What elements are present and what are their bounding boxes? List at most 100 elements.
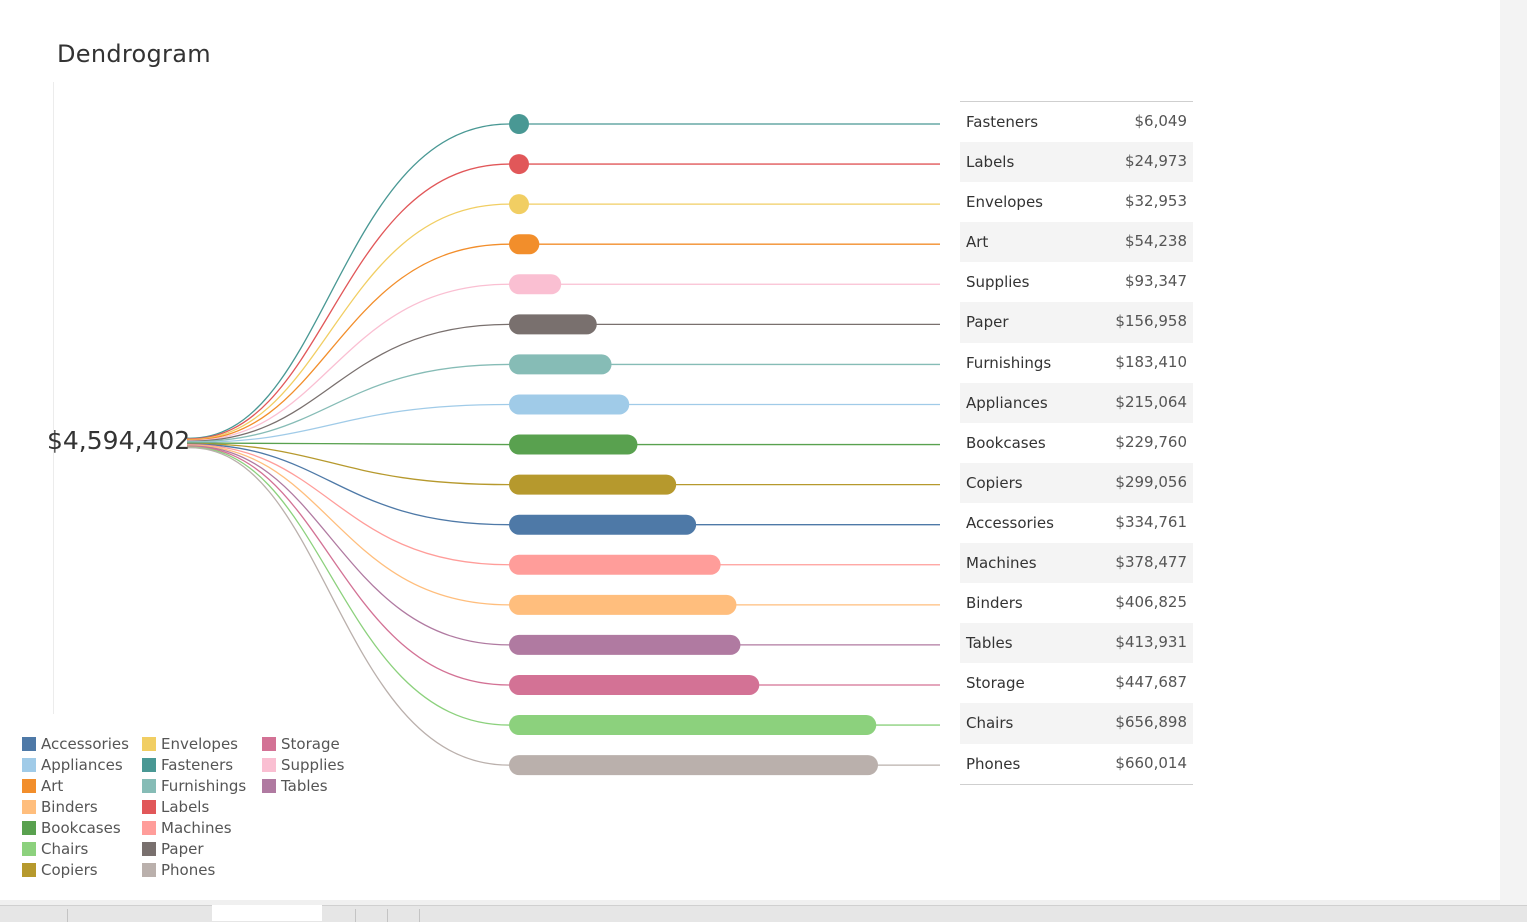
bar-paper[interactable] <box>509 314 597 335</box>
table-row-category: Tables <box>966 634 1013 653</box>
table-row[interactable]: Machines $378,477 <box>960 543 1193 584</box>
bar-furnishings[interactable] <box>509 354 612 375</box>
table-row[interactable]: Labels $24,973 <box>960 142 1193 183</box>
table-row-category: Copiers <box>966 473 1023 492</box>
bar-storage[interactable] <box>509 674 760 695</box>
legend-item-phones[interactable]: Phones <box>142 859 215 880</box>
color-legend: Accessories Appliances Art Binders Bookcases… <box>22 733 362 883</box>
table-row[interactable]: Furnishings $183,410 <box>960 343 1193 383</box>
legend-label: Envelopes <box>161 734 238 753</box>
branch-curve-paper <box>186 323 510 442</box>
legend-item-fasteners[interactable]: Fasteners <box>142 754 233 775</box>
branch-curve-machines <box>186 444 510 566</box>
legend-label: Tables <box>281 776 328 795</box>
legend-swatch <box>22 862 36 877</box>
table-row-value: $413,931 <box>1115 633 1187 652</box>
legend-item-storage[interactable]: Storage <box>262 733 340 754</box>
legend-item-bookcases[interactable]: Bookcases <box>22 817 121 838</box>
table-row[interactable]: Storage $447,687 <box>960 663 1193 703</box>
bar-phones[interactable] <box>509 755 878 776</box>
table-row-category: Envelopes <box>966 193 1043 212</box>
table-row[interactable]: Envelopes $32,953 <box>960 182 1193 222</box>
legend-item-labels[interactable]: Labels <box>142 796 209 817</box>
legend-swatch <box>142 736 156 751</box>
legend-item-binders[interactable]: Binders <box>22 796 98 817</box>
table-row-value: $299,056 <box>1115 472 1187 491</box>
branch-curve-storage <box>186 445 510 686</box>
branch-curve-supplies <box>186 283 510 442</box>
branch-curve-phones <box>186 447 510 766</box>
table-row[interactable]: Paper $156,958 <box>960 302 1193 343</box>
tab-separator <box>67 909 68 922</box>
table-row[interactable]: Accessories $334,761 <box>960 503 1193 543</box>
table-row[interactable]: Chairs $656,898 <box>960 703 1193 744</box>
legend-swatch <box>142 820 156 835</box>
table-row-value: $32,953 <box>1124 192 1187 211</box>
table-row[interactable]: Copiers $299,056 <box>960 462 1193 503</box>
legend-label: Chairs <box>41 839 89 858</box>
table-row[interactable]: Bookcases $229,760 <box>960 423 1193 463</box>
legend-label: Binders <box>41 797 98 816</box>
bar-supplies[interactable] <box>509 274 562 295</box>
bar-tables[interactable] <box>509 634 741 655</box>
bar-art[interactable] <box>509 234 540 255</box>
table-row[interactable]: Tables $413,931 <box>960 623 1193 664</box>
legend-label: Paper <box>161 839 204 858</box>
table-row[interactable]: Supplies $93,347 <box>960 262 1193 302</box>
table-row-value: $229,760 <box>1115 432 1187 451</box>
bar-machines[interactable] <box>509 554 721 575</box>
legend-item-copiers[interactable]: Copiers <box>22 859 98 880</box>
table-row-category: Chairs <box>966 714 1014 733</box>
table-row-value: $93,347 <box>1124 272 1187 291</box>
legend-item-art[interactable]: Art <box>22 775 63 796</box>
table-row-value: $215,064 <box>1115 392 1187 411</box>
table-row[interactable]: Binders $406,825 <box>960 583 1193 623</box>
table-row[interactable]: Appliances $215,064 <box>960 382 1193 423</box>
legend-swatch <box>22 757 36 772</box>
tab-separator <box>387 909 388 922</box>
legend-swatch <box>142 862 156 877</box>
table-row-value: $183,410 <box>1115 352 1187 371</box>
table-row[interactable]: Fasteners $6,049 <box>960 102 1193 142</box>
table-row-value: $656,898 <box>1115 713 1187 732</box>
legend-swatch <box>142 778 156 793</box>
legend-item-machines[interactable]: Machines <box>142 817 232 838</box>
total-sales-label: $4,594,402 <box>47 426 191 455</box>
table-row-category: Phones <box>966 754 1021 773</box>
bar-labels[interactable] <box>509 154 529 175</box>
bar-chairs[interactable] <box>509 715 877 736</box>
legend-item-chairs[interactable]: Chairs <box>22 838 88 859</box>
table-row-value: $334,761 <box>1115 512 1187 531</box>
legend-swatch <box>262 736 276 751</box>
legend-item-appliances[interactable]: Appliances <box>22 754 123 775</box>
bar-fasteners[interactable] <box>509 114 529 134</box>
bar-appliances[interactable] <box>509 394 630 415</box>
legend-label: Machines <box>161 818 232 837</box>
legend-item-accessories[interactable]: Accessories <box>22 733 129 754</box>
table-row-value: $447,687 <box>1115 673 1187 692</box>
bar-binders[interactable] <box>509 594 737 615</box>
bar-bookcases[interactable] <box>509 434 638 455</box>
legend-item-furnishings[interactable]: Furnishings <box>142 775 246 796</box>
legend-item-paper[interactable]: Paper <box>142 838 203 859</box>
table-row[interactable]: Art $54,238 <box>960 222 1193 263</box>
table-row-category: Art <box>966 233 989 252</box>
legend-label: Storage <box>281 734 340 753</box>
legend-label: Appliances <box>41 755 123 774</box>
table-row-category: Furnishings <box>966 353 1052 372</box>
table-row-category: Binders <box>966 594 1023 613</box>
branch-curve-chairs <box>186 446 510 726</box>
legend-item-tables[interactable]: Tables <box>262 775 328 796</box>
legend-swatch <box>262 778 276 793</box>
bar-accessories[interactable] <box>509 514 697 535</box>
legend-swatch <box>142 799 156 814</box>
legend-item-envelopes[interactable]: Envelopes <box>142 733 238 754</box>
scrollbar-gutter[interactable] <box>1500 0 1527 905</box>
sheet-tab-active[interactable] <box>212 905 322 921</box>
legend-item-supplies[interactable]: Supplies <box>262 754 344 775</box>
table-row-category: Labels <box>966 153 1015 172</box>
legend-swatch <box>22 820 36 835</box>
table-row[interactable]: Phones $660,014 <box>960 744 1193 784</box>
bar-envelopes[interactable] <box>509 194 529 215</box>
bar-copiers[interactable] <box>509 474 677 495</box>
